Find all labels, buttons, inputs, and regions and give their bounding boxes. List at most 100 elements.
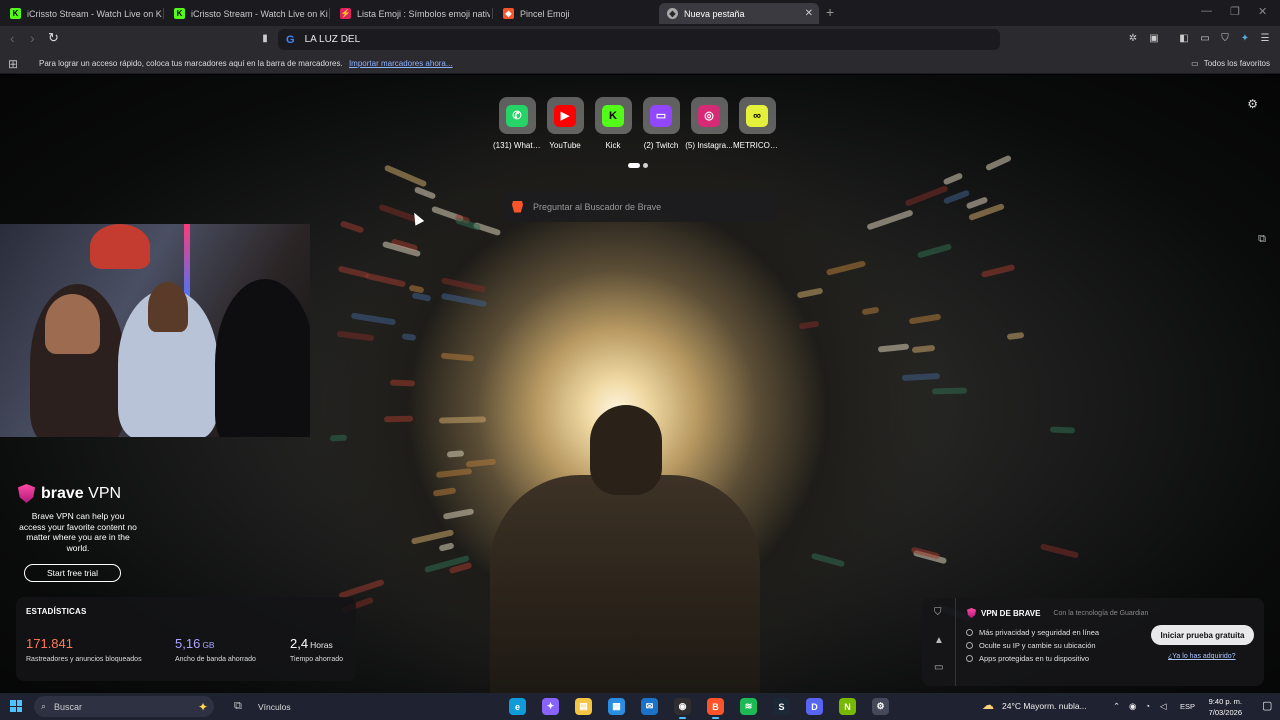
brave-vpn-shield-icon [967,608,976,618]
extensions-icon[interactable]: ✲ [1127,33,1139,45]
top-site-kick[interactable]: K Kick [591,97,635,150]
stat-value: 171.841 [26,636,73,651]
bookmark-icon[interactable]: ▮ [259,33,271,45]
close-window-icon[interactable]: ✕ [1258,5,1267,18]
vpn-shield-icon[interactable]: ⛉ [1219,33,1231,45]
notifications-icon[interactable]: ▢ [1262,699,1272,712]
back-icon[interactable]: ‹ [10,30,15,46]
customize-gear-icon[interactable]: ⚙ [1247,97,1258,111]
tab-pincel-emoji[interactable]: ◆ Pincel Emoji [495,3,655,24]
stats-card: ESTADÍSTICAS 171.841 Rastreadores y anun… [16,597,356,681]
tab-title: iCrissto Stream - Watch Live on Kick [27,8,162,19]
minimize-icon[interactable]: — [1201,5,1212,17]
instagram-icon: ◎ [698,104,720,127]
import-bookmarks-link[interactable]: Importar marcadores ahora... [349,59,453,68]
weather-text[interactable]: 24°C Mayorm. nubla... [1002,701,1087,711]
top-site-metricool[interactable]: ∞ METRICOO... [733,97,781,150]
copilot-icon[interactable]: ✦ [542,698,559,715]
tray-overflow-icon[interactable]: ⌃ [1113,701,1120,712]
top-site-label: (2) Twitch [643,141,679,150]
light-streak [932,387,968,395]
forward-icon[interactable]: › [30,30,35,46]
light-streak [435,467,473,478]
close-tab-icon[interactable]: ✕ [805,8,813,19]
language-indicator[interactable]: ESP [1180,702,1195,711]
task-view-icon[interactable]: ⧉ [234,700,242,713]
tab-kick-1[interactable]: K iCrissto Stream - Watch Live on Kick [2,3,162,24]
background-figure [470,405,800,693]
brave-search-box[interactable]: Preguntar al Buscador de Brave [503,191,778,222]
steam-icon[interactable]: S [773,698,790,715]
menu-icon[interactable]: ☰ [1259,33,1271,45]
tab-emoji-list[interactable]: ⚡ Lista Emoji : Símbolos emoji nativas e [332,3,490,24]
top-site-twitch[interactable]: ▭ (2) Twitch [639,97,683,150]
taskbar-search[interactable]: ⌕ Buscar ✦ [34,696,214,717]
settings-icon[interactable]: ⚙ [872,698,889,715]
already-purchased-link[interactable]: ¿Ya lo has adquirido? [1168,653,1236,660]
address-bar[interactable]: G LA LUZ DEL [278,29,1000,50]
youtube-icon: ▶ [554,104,576,127]
cards-widget-tab-icon[interactable]: ▭ [934,662,943,673]
brave-browser-icon[interactable]: B [707,698,724,719]
discord-icon[interactable]: D [806,698,823,715]
top-site-instagram[interactable]: ◎ (5) Instagra... [685,97,733,150]
stats-title: ESTADÍSTICAS [26,607,87,616]
edge-icon[interactable]: e [509,698,526,715]
restore-icon[interactable]: ❐ [1230,5,1240,18]
nvidia-icon[interactable]: N [839,698,856,715]
weather-icon[interactable]: ☁ [982,698,994,712]
volume-icon[interactable]: ◁ [1160,701,1167,712]
stat-caption: Rastreadores y anuncios bloqueados [26,656,142,663]
top-site-tile[interactable]: ∞ [738,97,776,134]
google-icon: G [286,33,295,46]
top-site-youtube[interactable]: ▶ YouTube [543,97,587,150]
stat-value: 2,4 [290,636,309,651]
network-icon[interactable]: ◔ [1145,701,1150,711]
vpn-widget-tab-icon[interactable]: ⛉ [934,607,942,618]
stat-trackers-blocked: 171.841 Rastreadores y anuncios bloquead… [26,635,142,663]
outlook-icon[interactable]: ✉ [641,698,658,715]
address-bar-text[interactable]: LA LUZ DEL [305,34,361,45]
new-tab-plus-icon[interactable]: + [826,4,834,20]
check-icon [966,655,973,662]
tab-new-tab[interactable]: ◈ Nueva pestaña ✕ [659,3,819,24]
all-favorites-button[interactable]: ▭ Todos los favoritos [1191,59,1270,68]
vpn-features-list: Más privacidad y seguridad en línea Ocul… [966,626,1099,665]
light-streak [432,487,457,497]
reader-icon[interactable]: ▣ [1148,33,1160,45]
pager-dot[interactable] [643,163,648,168]
light-streak [440,292,487,308]
windows-start-icon[interactable] [10,700,22,712]
wallet-icon[interactable]: ▭ [1199,33,1211,45]
top-site-tile[interactable]: ✆ [498,97,536,134]
start-trial-button[interactable]: Iniciar prueba gratuita [1151,625,1254,645]
top-site-tile[interactable]: ▭ [642,97,680,134]
stat-bandwidth-saved: 5,16 GB Ancho de banda ahorrado [175,635,256,663]
apps-grid-icon[interactable]: ⊞ [8,57,18,71]
tray-app-icon[interactable]: ◉ [1129,701,1136,712]
external-link-icon[interactable]: ⧉ [1258,233,1266,246]
light-streak [329,434,348,441]
tab-title: iCrissto Stream - Watch Live on Kick [191,8,328,19]
leo-ai-icon[interactable]: ✦ [1239,33,1251,45]
top-site-tile[interactable]: K [594,97,632,134]
pager-dot-active[interactable] [628,163,640,168]
clock[interactable]: 9:40 p. m. 7/03/2026 [1198,696,1242,718]
light-streak [984,154,1012,172]
emoji-site-icon: ⚡ [340,8,351,19]
warning-widget-tab-icon[interactable]: ▲ [934,635,944,646]
light-streak [390,379,416,387]
top-site-tile[interactable]: ◎ [690,97,728,134]
reload-icon[interactable]: ↻ [48,30,59,46]
sidebar-icon[interactable]: ◧ [1178,33,1190,45]
start-free-trial-button[interactable]: Start free trial [24,564,121,582]
file-explorer-icon[interactable]: ▤ [575,698,592,715]
top-site-whatsapp[interactable]: ✆ (131) Whats... [493,97,541,150]
spotify-icon[interactable]: ≋ [740,698,757,715]
tab-kick-2[interactable]: K iCrissto Stream - Watch Live on Kick [166,3,328,24]
obs-icon[interactable]: ◉ [674,698,691,719]
store-icon[interactable]: ▦ [608,698,625,715]
top-site-tile[interactable]: ▶ [546,97,584,134]
links-toolbar[interactable]: Vínculos [258,702,291,712]
stat-caption: Ancho de banda ahorrado [175,656,256,663]
